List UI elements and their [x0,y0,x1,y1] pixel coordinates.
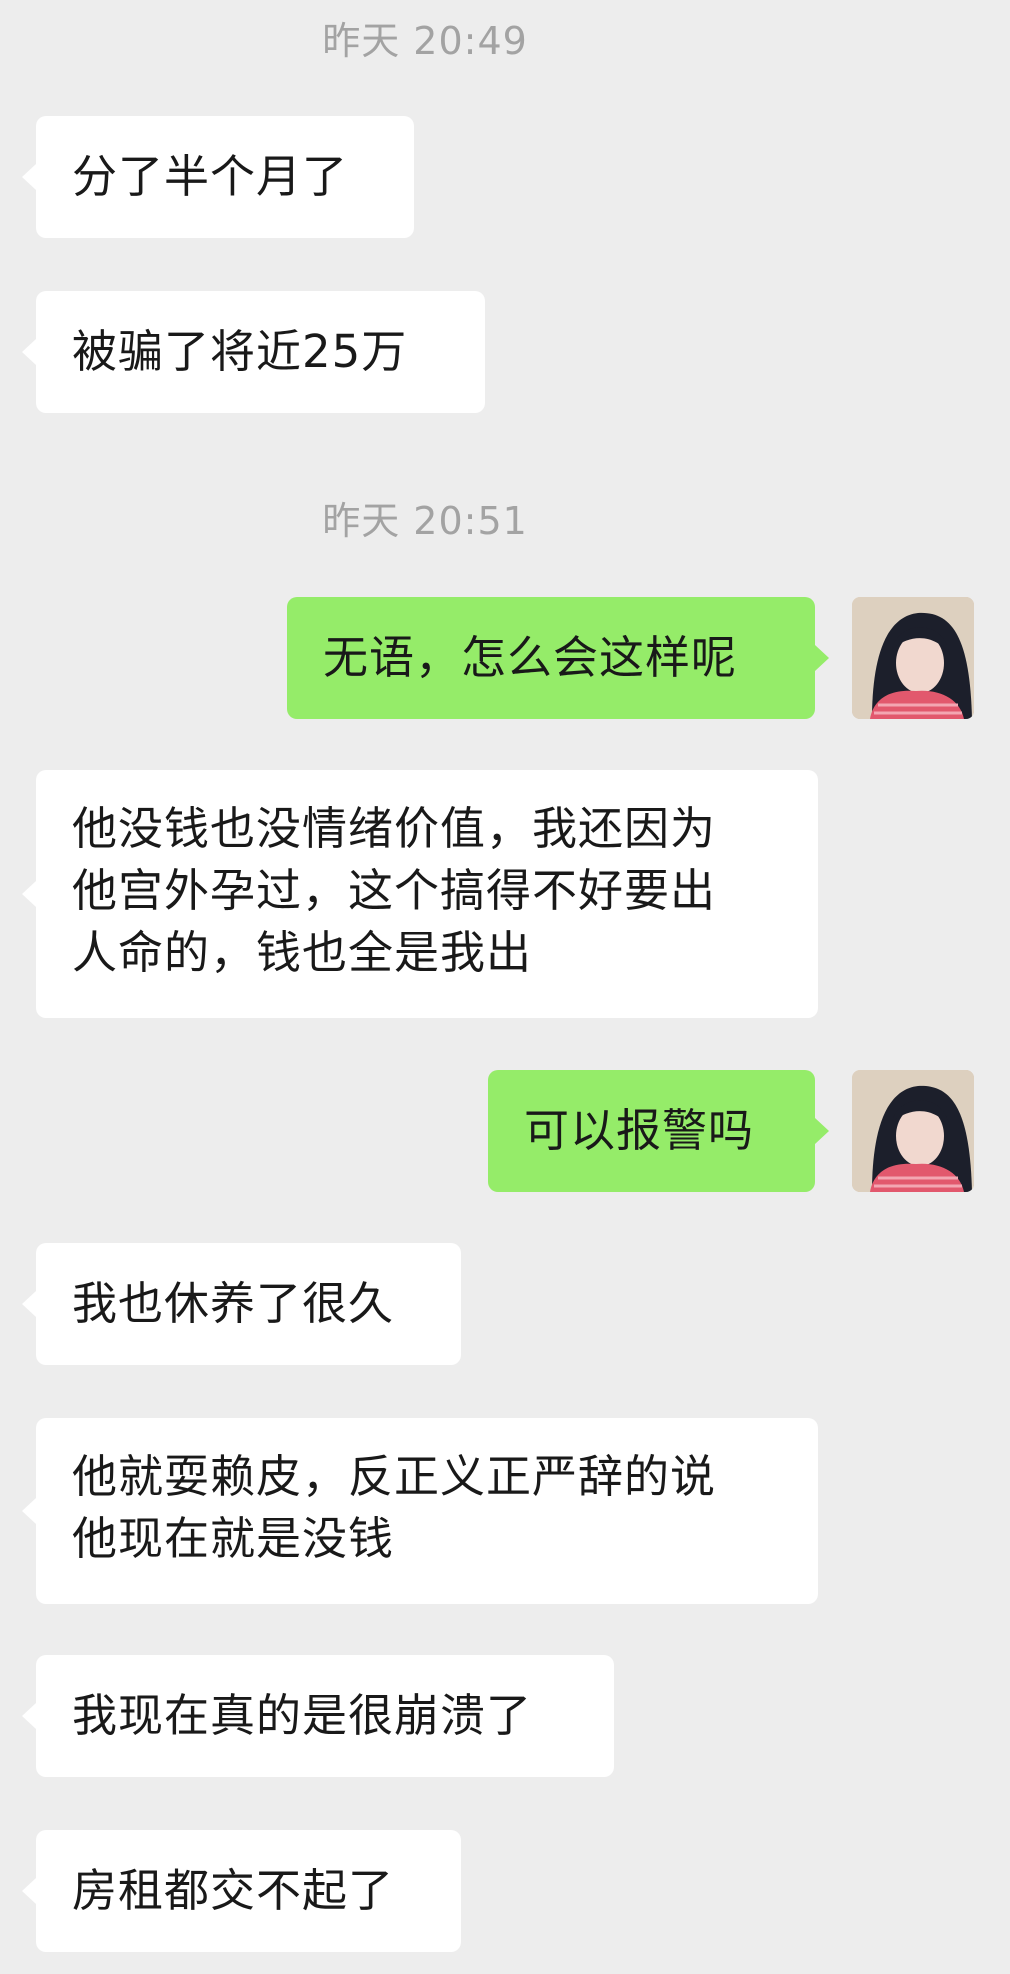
message-bubble-incoming[interactable]: 分了半个月了 [22,116,414,238]
message-bubble-incoming[interactable]: 他就耍赖皮，反正义正严辞的说 他现在就是没钱 [22,1418,818,1604]
user-avatar-icon[interactable] [852,597,974,719]
message-bubble-incoming[interactable]: 被骗了将近25万 [22,291,485,413]
message-bubble-incoming[interactable]: 房租都交不起了 [22,1830,461,1952]
message-text: 可以报警吗 [524,1104,755,1157]
timestamp: 昨天 20:51 [322,499,528,543]
message-bubble-incoming[interactable]: 我也休养了很久 [22,1243,461,1365]
message-bubble-outgoing[interactable]: 可以报警吗 [488,1070,829,1192]
message-bubble-incoming[interactable]: 我现在真的是很崩溃了 [22,1655,614,1777]
message-text: 他没钱也没情绪价值，我还因为 他宫外孕过，这个搞得不好要出 人命的，钱也全是我出 [72,802,717,979]
message-text: 分了半个月了 [72,150,349,203]
message-text: 我也休养了很久 [72,1277,395,1330]
timestamp: 昨天 20:49 [322,19,528,63]
message-text: 无语，怎么会这样呢 [323,631,738,684]
message-text: 被骗了将近25万 [72,325,408,378]
message-text: 他就耍赖皮，反正义正严辞的说 他现在就是没钱 [72,1450,717,1565]
message-bubble-incoming[interactable]: 他没钱也没情绪价值，我还因为 他宫外孕过，这个搞得不好要出 人命的，钱也全是我出 [22,770,818,1018]
message-text: 房租都交不起了 [72,1864,395,1917]
user-avatar-icon[interactable] [852,1070,974,1192]
message-text: 我现在真的是很崩溃了 [72,1689,533,1742]
message-bubble-outgoing[interactable]: 无语，怎么会这样呢 [287,597,829,719]
